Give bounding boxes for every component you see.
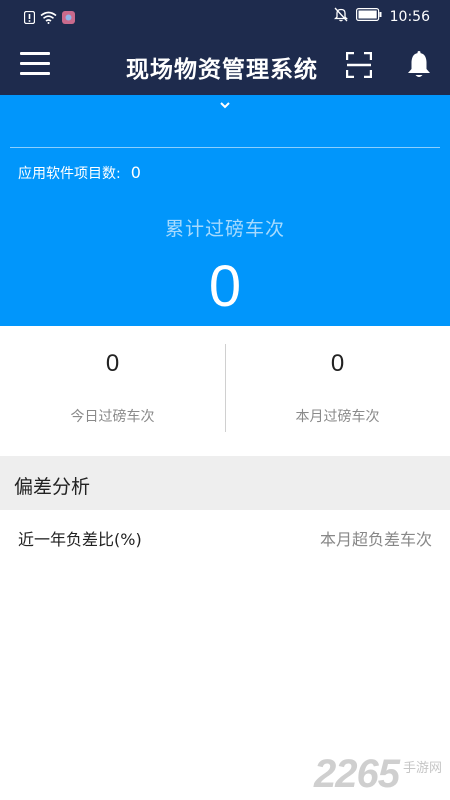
app-title: 现场物资管理系统 <box>0 50 450 84</box>
mute-icon <box>333 7 348 26</box>
month-weighing-label: 本月过磅车次 <box>295 409 380 425</box>
today-weighing-value: 0 <box>105 350 120 377</box>
app-notification-icon <box>62 9 75 28</box>
monthly-negative-trips-tab[interactable]: 本月超负差车次 <box>320 526 432 550</box>
month-weighing-value: 0 <box>330 350 345 377</box>
project-count-label: 应用软件项目数: <box>18 166 121 182</box>
battery-icon <box>355 8 382 25</box>
weighing-stats: 0 今日过磅车次 0 本月过磅车次 <box>0 326 450 454</box>
wifi-icon <box>40 9 57 28</box>
deviation-analysis-row: 近一年负差比(%) 本月超负差车次 <box>0 510 450 560</box>
yearly-negative-ratio-tab[interactable]: 近一年负差比(%) <box>18 526 142 550</box>
today-weighing-stat[interactable]: 0 今日过磅车次 <box>0 326 225 454</box>
deviation-section-title: 偏差分析 <box>14 476 91 498</box>
alert-icon <box>23 9 36 28</box>
status-right-icons: 10:56 <box>333 7 430 26</box>
project-count-row: 应用软件项目数: 0 <box>18 163 141 183</box>
deviation-section-header: 偏差分析 <box>0 456 450 510</box>
watermark-logo: 2265 手游网 <box>314 754 442 794</box>
app-bar: 现场物资管理系统 <box>0 34 450 95</box>
watermark-number: 2265 <box>314 752 400 796</box>
month-weighing-stat[interactable]: 0 本月过磅车次 <box>225 326 450 454</box>
chevron-down-icon[interactable] <box>215 97 235 113</box>
watermark-text: 手游网 <box>402 761 442 776</box>
project-count-value: 0 <box>130 163 141 182</box>
cumulative-weighing-label: 累计过磅车次 <box>164 218 285 240</box>
today-weighing-label: 今日过磅车次 <box>70 409 155 425</box>
panel-divider <box>10 147 440 148</box>
status-time: 10:56 <box>389 8 430 25</box>
status-bar: 10:56 <box>0 0 450 34</box>
scan-icon[interactable] <box>345 51 374 80</box>
summary-panel: 应用软件项目数: 0 累计过磅车次 0 <box>0 95 450 326</box>
bell-icon[interactable] <box>406 51 434 81</box>
cumulative-weighing-value: 0 <box>208 254 242 319</box>
status-left-icons <box>23 9 75 28</box>
app-title-text: 现场物资管理系统 <box>126 57 318 83</box>
